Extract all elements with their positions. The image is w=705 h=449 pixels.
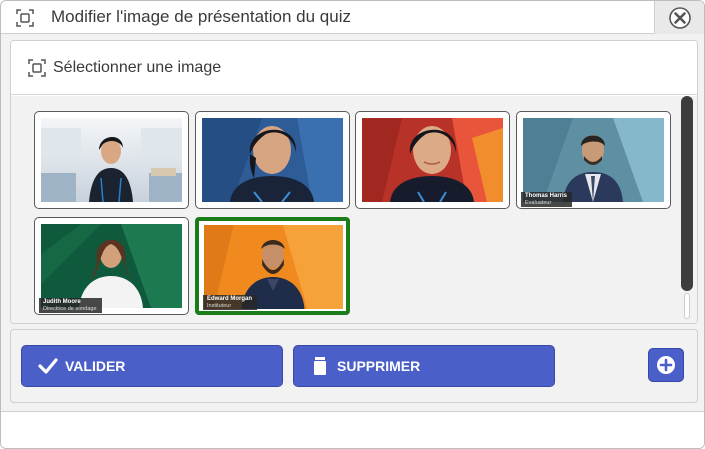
close-icon — [668, 6, 691, 29]
panel-header: Sélectionner une image — [11, 41, 697, 95]
validate-button[interactable]: VALIDER — [21, 345, 283, 387]
plus-circle-icon — [657, 356, 675, 374]
image-caption: Edward Morgan Instituteur — [203, 294, 258, 310]
caption-name: Judith Moore — [43, 298, 81, 305]
image-thumbnail[interactable]: Judith Moore Directrice de sondage — [34, 217, 189, 315]
dialog: Modifier l'image de présentation du quiz… — [0, 0, 705, 449]
thumbnail-image — [523, 118, 664, 202]
image-caption: Judith Moore Directrice de sondage — [39, 297, 102, 313]
caption-role: Directrice de sondage — [43, 305, 97, 312]
select-frame-icon — [28, 59, 46, 77]
validate-button-label: VALIDER — [65, 358, 126, 374]
action-bar: VALIDER SUPPRIMER — [10, 329, 698, 403]
thumbnail-image — [202, 118, 343, 202]
delete-button-label: SUPPRIMER — [337, 358, 421, 374]
delete-button[interactable]: SUPPRIMER — [293, 345, 555, 387]
close-button[interactable] — [654, 1, 704, 34]
add-image-button[interactable] — [648, 348, 684, 382]
dialog-title: Modifier l'image de présentation du quiz — [51, 7, 351, 26]
panel-title: Sélectionner une image — [53, 59, 222, 76]
image-gallery: Thomas Harris Evaluateur Judith Moore Di… — [11, 96, 697, 323]
image-thumbnail[interactable] — [355, 111, 510, 209]
image-thumbnail[interactable] — [34, 111, 189, 209]
thumbnail-image — [41, 118, 182, 202]
caption-role: Instituteur — [207, 302, 232, 309]
image-selection-panel: Sélectionner une image Thomas Harris Eva… — [10, 40, 698, 324]
scrollbar-track[interactable] — [684, 293, 690, 319]
thumbnail-image — [362, 118, 503, 202]
caption-name: Thomas Harris — [525, 192, 568, 199]
image-thumbnail[interactable] — [195, 111, 350, 209]
thumbnail-image — [41, 224, 182, 308]
image-thumbnail-selected[interactable]: Edward Morgan Instituteur — [195, 217, 350, 315]
image-caption: Thomas Harris Evaluateur — [521, 191, 573, 207]
gallery-scrollbar[interactable] — [681, 96, 693, 321]
caption-role: Evaluateur — [525, 199, 552, 206]
trash-icon — [314, 357, 326, 375]
check-icon — [38, 358, 58, 374]
dialog-titlebar: Modifier l'image de présentation du quiz — [1, 1, 704, 34]
image-thumbnail[interactable]: Thomas Harris Evaluateur — [516, 111, 671, 209]
caption-name: Edward Morgan — [207, 295, 253, 302]
dialog-footer — [1, 411, 704, 448]
select-frame-icon — [16, 9, 34, 27]
scrollbar-thumb[interactable] — [681, 96, 693, 291]
